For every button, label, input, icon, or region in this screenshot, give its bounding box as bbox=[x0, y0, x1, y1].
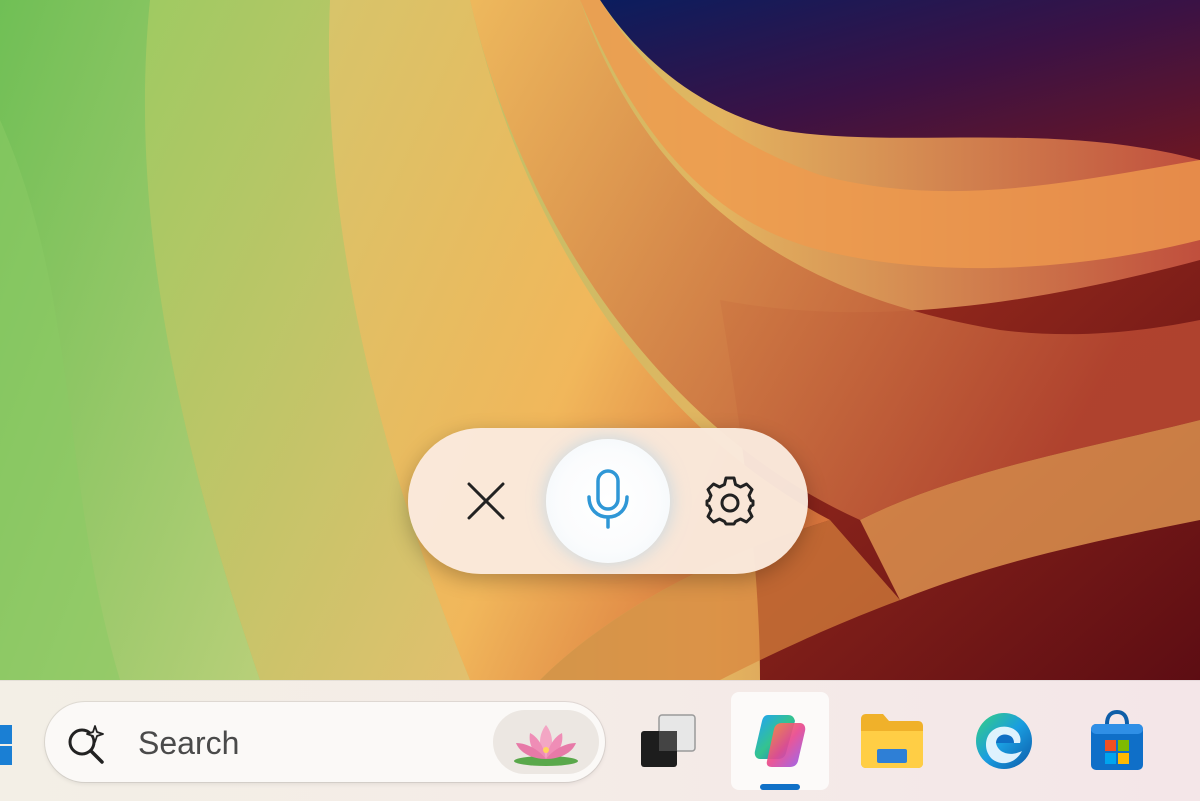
copilot-icon bbox=[754, 715, 806, 767]
start-button[interactable] bbox=[0, 715, 14, 775]
windows-logo-icon bbox=[0, 725, 12, 765]
microphone-button[interactable] bbox=[546, 439, 670, 563]
copilot-app-button[interactable] bbox=[731, 692, 829, 790]
close-icon bbox=[467, 482, 505, 520]
microsoft-store-button[interactable] bbox=[1068, 692, 1166, 790]
active-app-indicator bbox=[760, 784, 800, 790]
store-bag-icon bbox=[1091, 710, 1143, 770]
search-highlight-button[interactable] bbox=[493, 710, 599, 774]
task-view-button[interactable] bbox=[618, 692, 716, 790]
lotus-flower-icon bbox=[514, 725, 578, 766]
task-view-icon bbox=[641, 714, 696, 767]
desktop-wallpaper bbox=[0, 0, 1200, 680]
close-button[interactable] bbox=[444, 459, 528, 543]
file-explorer-button[interactable] bbox=[843, 692, 941, 790]
voice-typing-bar bbox=[408, 428, 808, 574]
folder-icon bbox=[861, 714, 923, 768]
edge-browser-icon bbox=[976, 713, 1032, 769]
search-sparkle-icon bbox=[68, 725, 104, 764]
search-placeholder: Search bbox=[138, 725, 240, 761]
edge-browser-button[interactable] bbox=[955, 692, 1053, 790]
microphone-icon bbox=[587, 469, 629, 529]
settings-button[interactable] bbox=[688, 459, 772, 543]
search-box[interactable]: Search bbox=[45, 702, 605, 782]
gear-icon bbox=[705, 476, 755, 526]
